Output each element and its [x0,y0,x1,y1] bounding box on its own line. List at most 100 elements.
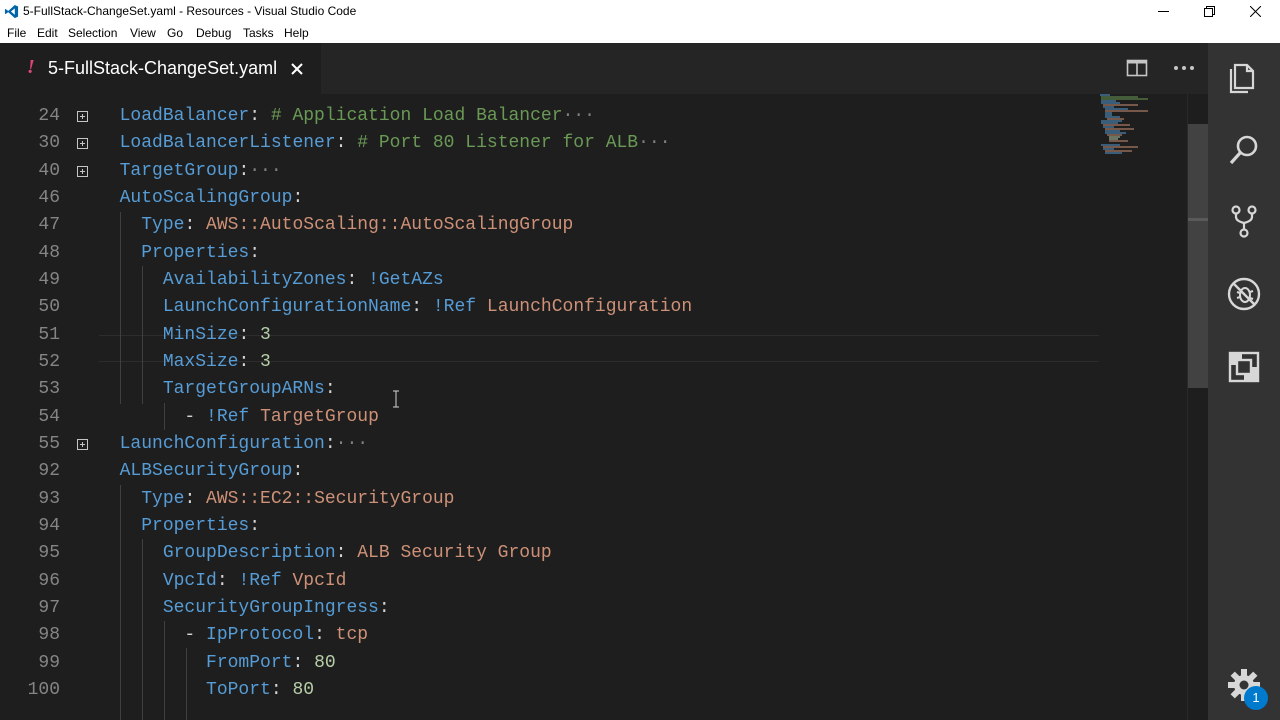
code-line[interactable]: 94 Properties: [0,513,1100,540]
expand-fold-icon[interactable] [77,438,88,450]
search-icon[interactable] [1226,132,1262,168]
code-token: !Ref [432,297,477,318]
code-token: # Port 80 Listener for ALB [357,133,639,154]
code-line[interactable]: 53 TargetGroupARNs: [0,376,1100,403]
code-text: LoadBalancer: # Application Load Balance… [98,103,595,130]
code-text: AutoScalingGroup: [98,185,304,212]
code-line[interactable]: 98 - IpProtocol: tcp [0,622,1100,649]
code-token: Properties [141,515,250,536]
code-token: !Ref [238,570,282,591]
code-text: LoadBalancerListener: # Port 80 Listener… [98,130,671,157]
code-line[interactable]: 49 AvailabilityZones: !GetAZs [0,267,1100,294]
source-control-icon[interactable] [1226,203,1262,239]
tab-active-file[interactable]: ! 5-FullStack-ChangeSet.yaml [0,43,321,94]
restore-button[interactable] [1186,0,1232,23]
code-token: : [314,625,336,646]
code-token: : [335,543,358,564]
code-line[interactable]: 100 ToPort: 80 [0,677,1100,704]
line-number: 49 [38,269,60,290]
code-line[interactable]: 93 Type: AWS::EC2::SecurityGroup [0,486,1100,513]
code-line[interactable]: 50 LaunchConfigurationName: !Ref LaunchC… [0,294,1100,321]
code-line[interactable]: 51 MinSize: 3 [0,322,1100,349]
scrollbar-thumb[interactable] [1188,124,1208,388]
settings-update-badge: 1 [1244,686,1268,710]
minimize-icon [1157,11,1169,12]
code-line[interactable]: 48 Properties: [0,240,1100,267]
menu-tasks[interactable]: Tasks [243,26,274,40]
more-actions-icon[interactable] [1172,57,1196,79]
menu-view[interactable]: View [130,26,156,40]
code-text: Properties: [98,513,260,540]
code-text: TargetGroup:··· [98,158,282,185]
code-token: : [249,515,261,536]
code-token: AWS::EC2::SecurityGroup [206,488,455,509]
code-token: ··· [249,160,282,181]
code-token: : [292,187,304,208]
editor-tabs-bar: ! 5-FullStack-ChangeSet.yaml [0,43,1208,94]
code-line[interactable]: 46 AutoScalingGroup: [0,185,1100,212]
title-bar: 5-FullStack-ChangeSet.yaml - Resources -… [0,0,1280,23]
code-line[interactable]: 97 SecurityGroupIngress: [0,595,1100,622]
code-line[interactable]: 40 TargetGroup:··· [0,158,1100,185]
close-window-button[interactable] [1232,0,1278,23]
code-token: AvailabilityZones [162,269,347,290]
menu-help[interactable]: Help [284,26,309,40]
code-token: VpcId [162,570,217,591]
minimap[interactable] [1098,94,1168,164]
code-token: : [184,215,207,236]
line-number: 92 [38,461,60,482]
line-number: 54 [38,406,60,427]
code-line[interactable]: 99 FromPort: 80 [0,650,1100,677]
code-token: : [216,570,239,591]
code-line[interactable]: 54 - !Ref TargetGroup [0,404,1100,431]
line-number: 46 [38,187,60,208]
split-editor-icon[interactable] [1126,57,1148,79]
expand-fold-icon[interactable] [77,111,88,122]
expand-fold-icon[interactable] [77,165,88,177]
menu-selection[interactable]: Selection [68,26,117,40]
code-token: : [249,242,261,263]
code-line[interactable]: 95 GroupDescription: ALB Security Group [0,540,1100,567]
files-icon[interactable] [1226,59,1262,95]
expand-fold-icon[interactable] [77,138,88,150]
line-number: 53 [38,379,60,400]
code-token: # Application Load Balancer [270,106,563,126]
code-token: Properties [141,242,250,263]
code-token: Type [141,215,185,236]
code-token: ··· [562,106,595,126]
line-number: 96 [38,570,60,591]
minimize-button[interactable] [1140,0,1186,23]
extensions-icon[interactable] [1226,349,1262,385]
line-number: 24 [38,106,60,126]
code-token: : [184,488,207,509]
line-number: 30 [38,133,60,154]
code-line[interactable]: 52 MaxSize: 3 [0,349,1100,376]
menu-edit[interactable]: Edit [37,26,58,40]
code-text: FromPort: 80 [98,650,336,677]
menu-go[interactable]: Go [167,26,183,40]
line-number: 100 [27,679,60,700]
code-line[interactable]: 47 Type: AWS::AutoScaling::AutoScalingGr… [0,212,1100,239]
code-line[interactable]: 55 LaunchConfiguration:··· [0,431,1100,458]
menu-file[interactable]: File [7,26,26,40]
code-text: Properties: [98,240,260,267]
close-tab-icon[interactable] [288,60,306,78]
code-line[interactable]: 30 LoadBalancerListener: # Port 80 Liste… [0,130,1100,157]
code-editor[interactable]: 24 LoadBalancer: # Application Load Bala… [0,94,1208,720]
menu-debug[interactable]: Debug [196,26,231,40]
code-token: MinSize [162,324,239,345]
code-line[interactable]: 92 ALBSecurityGroup: [0,458,1100,485]
cursor-position-marker [1188,218,1208,221]
code-line[interactable]: 96 VpcId: !Ref VpcId [0,568,1100,595]
code-text: LaunchConfigurationName: !Ref LaunchConf… [98,294,692,321]
debug-icon[interactable] [1226,276,1262,312]
code-line[interactable]: 24 LoadBalancer: # Application Load Bala… [0,103,1100,130]
